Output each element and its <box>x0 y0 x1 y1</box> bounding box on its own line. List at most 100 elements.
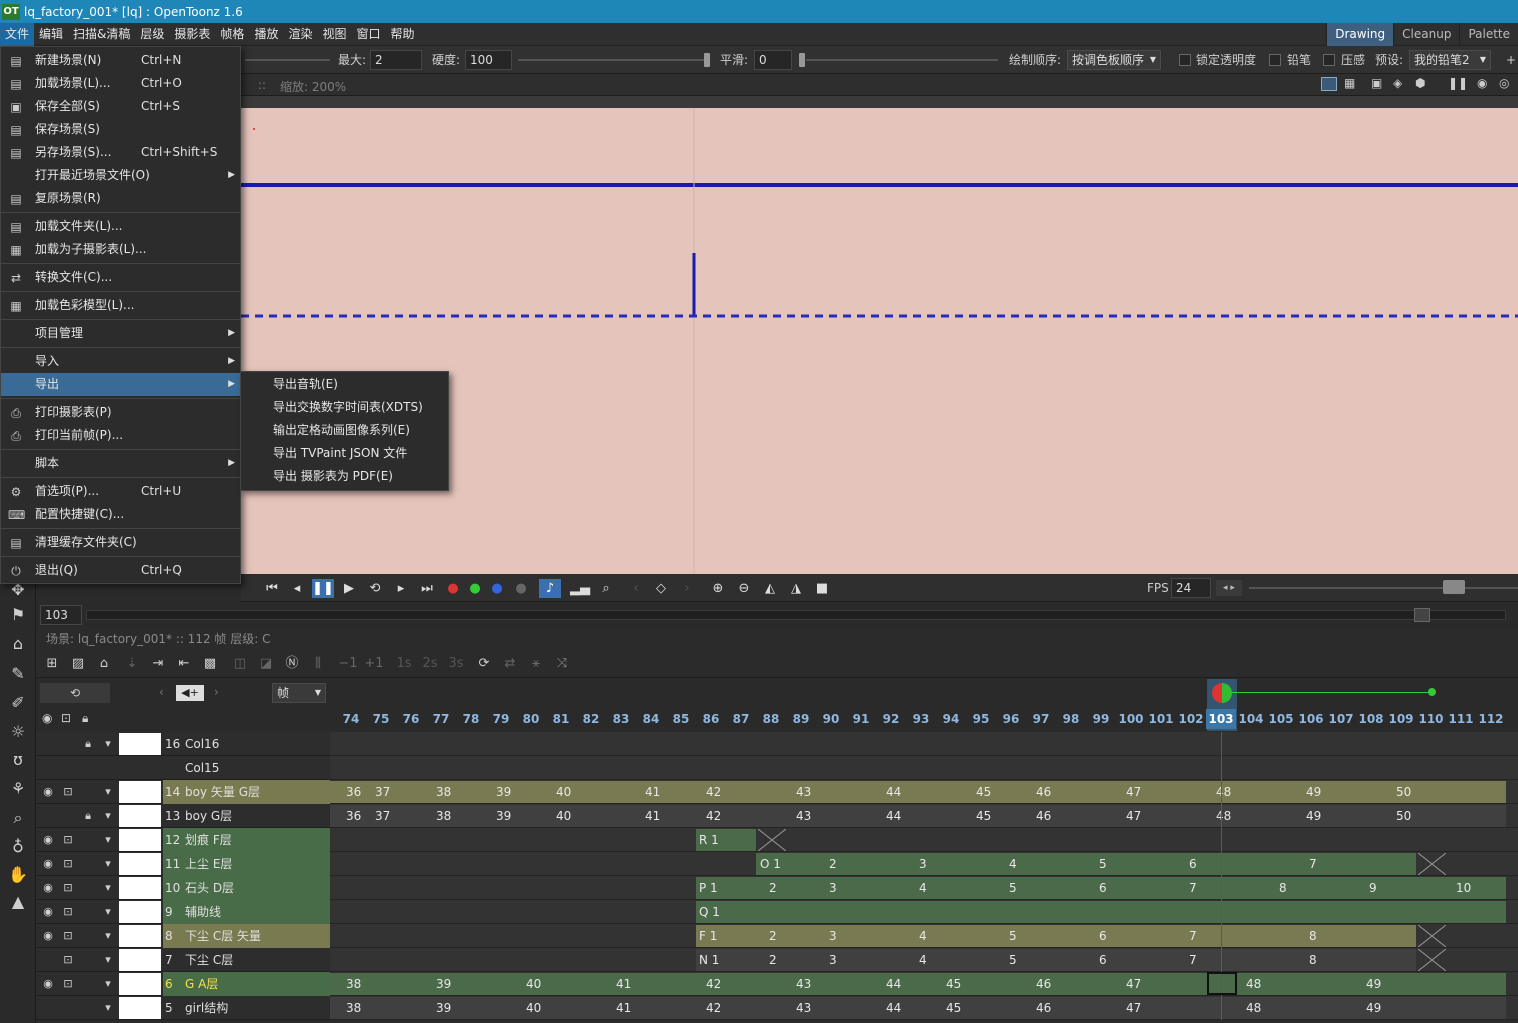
menu-scan-cleanup[interactable]: 扫描&清稿 <box>68 23 135 46</box>
frame-number[interactable]: 80 <box>516 712 546 726</box>
cell-value[interactable]: 40 <box>556 780 571 804</box>
lock-icon[interactable]: 🔒︎ <box>80 736 96 752</box>
eye-icon[interactable]: ◉ <box>40 856 56 872</box>
chevron-down-icon[interactable]: ▾ <box>100 904 116 920</box>
cell-value[interactable]: 10 <box>1456 876 1471 900</box>
cell-area[interactable]: 38 39 40 41 42 43 44 45 46 47 48 49 <box>330 996 1518 1020</box>
menu-item-script[interactable]: 脚本 ▶ <box>1 452 240 475</box>
reverse-icon[interactable]: ⟳ <box>474 655 494 673</box>
layer-name[interactable]: 12 划痕 F层 <box>163 828 330 852</box>
frame-number[interactable]: 100 <box>1116 712 1146 726</box>
cell-value[interactable]: 5 <box>1009 948 1017 972</box>
cell-area[interactable]: 36 37 38 39 40 41 42 43 44 45 46 47 48 49 50 <box>330 780 1518 804</box>
frame-number[interactable]: 103 <box>1206 709 1236 729</box>
cell-value[interactable]: 6 <box>1099 876 1107 900</box>
frame-number[interactable]: 93 <box>906 712 936 726</box>
frame-number[interactable]: 105 <box>1266 712 1296 726</box>
menu-item-open-recent[interactable]: 打开最近场景文件(O) ▶ <box>1 164 240 187</box>
decrease-step-icon[interactable]: −1 <box>338 655 358 673</box>
cell-value[interactable]: 43 <box>796 780 811 804</box>
menu-file[interactable]: 文件 <box>0 22 35 46</box>
cell-value[interactable]: 36 <box>346 804 361 828</box>
next-layer-icon[interactable]: › <box>214 685 219 699</box>
new-raster-level-icon[interactable]: ⌂ <box>94 655 114 673</box>
cell-value[interactable]: 39 <box>496 804 511 828</box>
cell-value[interactable]: 49 <box>1366 972 1381 996</box>
preset-dropdown[interactable]: 我的铅笔2 ▼ <box>1409 50 1491 70</box>
cell-area[interactable] <box>330 756 1518 780</box>
fps-slider-knob[interactable] <box>1443 580 1465 594</box>
cell-value[interactable]: 41 <box>645 804 660 828</box>
menu-item-export-stop-motion[interactable]: 输出定格动画图像系列(E) <box>273 419 410 442</box>
frame-number[interactable]: 83 <box>606 712 636 726</box>
cell-value[interactable]: 43 <box>796 996 811 1020</box>
menu-item-export-soundtrack[interactable]: 导出音轨(E) <box>273 373 338 396</box>
cell-value[interactable]: 45 <box>976 780 991 804</box>
cell-value[interactable]: 2 <box>769 876 777 900</box>
fps-slider[interactable] <box>1249 587 1518 589</box>
menu-item-export-xdts[interactable]: 导出交换数字时间表(XDTS) <box>273 396 423 419</box>
cell-value[interactable]: 7 <box>1189 924 1197 948</box>
camstand-icon[interactable]: ⊡ <box>60 832 76 848</box>
column-header[interactable]: ◉ ⊡ ▾ 9 辅助线 <box>36 900 330 924</box>
cell-value[interactable]: 47 <box>1126 804 1141 828</box>
chevron-down-icon[interactable]: ▾ <box>100 856 116 872</box>
camstand-toggle-all-icon[interactable]: ⊡ <box>61 711 71 725</box>
prev-layer-icon[interactable]: ‹ <box>159 685 164 699</box>
selected-cell[interactable] <box>1207 972 1237 995</box>
menu-cells[interactable]: 帧格 <box>215 23 249 46</box>
new-layer-icon[interactable]: ◀+ <box>176 685 204 701</box>
frame-number[interactable]: 97 <box>1026 712 1056 726</box>
chevron-down-icon[interactable]: ▾ <box>100 928 116 944</box>
play-icon[interactable]: ▶ <box>338 579 360 598</box>
cell-value[interactable]: 8 <box>1309 948 1317 972</box>
column-header[interactable]: ◉ ⊡ ▾ 8 下尘 C层 矢量 <box>36 924 330 948</box>
menu-render[interactable]: 渲染 <box>283 23 317 46</box>
flip-v-icon[interactable]: ◮ <box>785 579 807 598</box>
lock-toggle-all-icon[interactable]: 🔒︎ <box>82 711 88 726</box>
cell-value[interactable]: 47 <box>1126 780 1141 804</box>
menu-item-save-scene-as[interactable]: ▤ 另存场景(S)... Ctrl+Shift+S <box>1 141 240 164</box>
frame-number[interactable]: 92 <box>876 712 906 726</box>
cell-value[interactable]: 44 <box>886 804 901 828</box>
cell-value[interactable]: 46 <box>1036 780 1051 804</box>
menu-item-load-scene[interactable]: ▤ 加载场景(L)... Ctrl+O <box>1 72 240 95</box>
frame-number[interactable]: 86 <box>696 712 726 726</box>
frame-number[interactable]: 101 <box>1146 712 1176 726</box>
cell-value[interactable]: 2 <box>769 948 777 972</box>
cell-value[interactable]: 7 <box>1309 852 1317 876</box>
remove-icon[interactable]: ⇤ <box>174 655 194 673</box>
cell-value[interactable]: R 1 <box>699 828 719 852</box>
red-channel-icon[interactable]: ● <box>442 579 464 598</box>
frame-number[interactable]: 107 <box>1326 712 1356 726</box>
cell-value[interactable]: 47 <box>1126 972 1141 996</box>
cell-value[interactable]: 38 <box>436 804 451 828</box>
menu-item-project-management[interactable]: 项目管理 ▶ <box>1 322 240 345</box>
tape-tool-icon[interactable]: ⌂ <box>0 629 36 658</box>
loop-icon[interactable]: ⟲ <box>364 579 386 598</box>
frame-number[interactable]: 74 <box>336 712 366 726</box>
step-3s-icon[interactable]: 3s <box>446 655 466 673</box>
rotate-tool-icon[interactable]: ♁ <box>0 832 36 861</box>
cell-value[interactable]: 50 <box>1396 780 1411 804</box>
cell-value[interactable]: F 1 <box>699 924 717 948</box>
camstand-icon[interactable]: ⊡ <box>60 880 76 896</box>
layer-name[interactable]: 14 boy 矢量 G层 <box>163 780 330 804</box>
cell-value[interactable]: 48 <box>1246 996 1261 1020</box>
cell-value[interactable]: O 1 <box>760 852 781 876</box>
cell-block[interactable] <box>696 925 1416 947</box>
menu-item-preferences[interactable]: ⚙ 首选项(P)... Ctrl+U <box>1 480 240 503</box>
grid-icon[interactable]: ▦ <box>1344 76 1355 90</box>
cell-value[interactable]: 6 <box>1189 852 1197 876</box>
histogram-icon[interactable]: ▂▄ <box>569 579 591 598</box>
new-vector-level-icon[interactable]: ⊞ <box>42 655 62 673</box>
bender-tool-icon[interactable]: ʊ <box>0 745 36 774</box>
column-header[interactable]: ◉ ⊡ ▾ 10 石头 D层 <box>36 876 330 900</box>
cell-value[interactable]: 48 <box>1246 972 1261 996</box>
cell-value[interactable]: 2 <box>829 852 837 876</box>
frame-number[interactable]: 79 <box>486 712 516 726</box>
menu-item-export[interactable]: 导出 ▶ <box>1 373 240 396</box>
cell-value[interactable]: 3 <box>919 852 927 876</box>
cell-value[interactable]: 48 <box>1216 804 1231 828</box>
menu-item-print-frame[interactable]: ⎙ 打印当前帧(P)... <box>1 424 240 447</box>
